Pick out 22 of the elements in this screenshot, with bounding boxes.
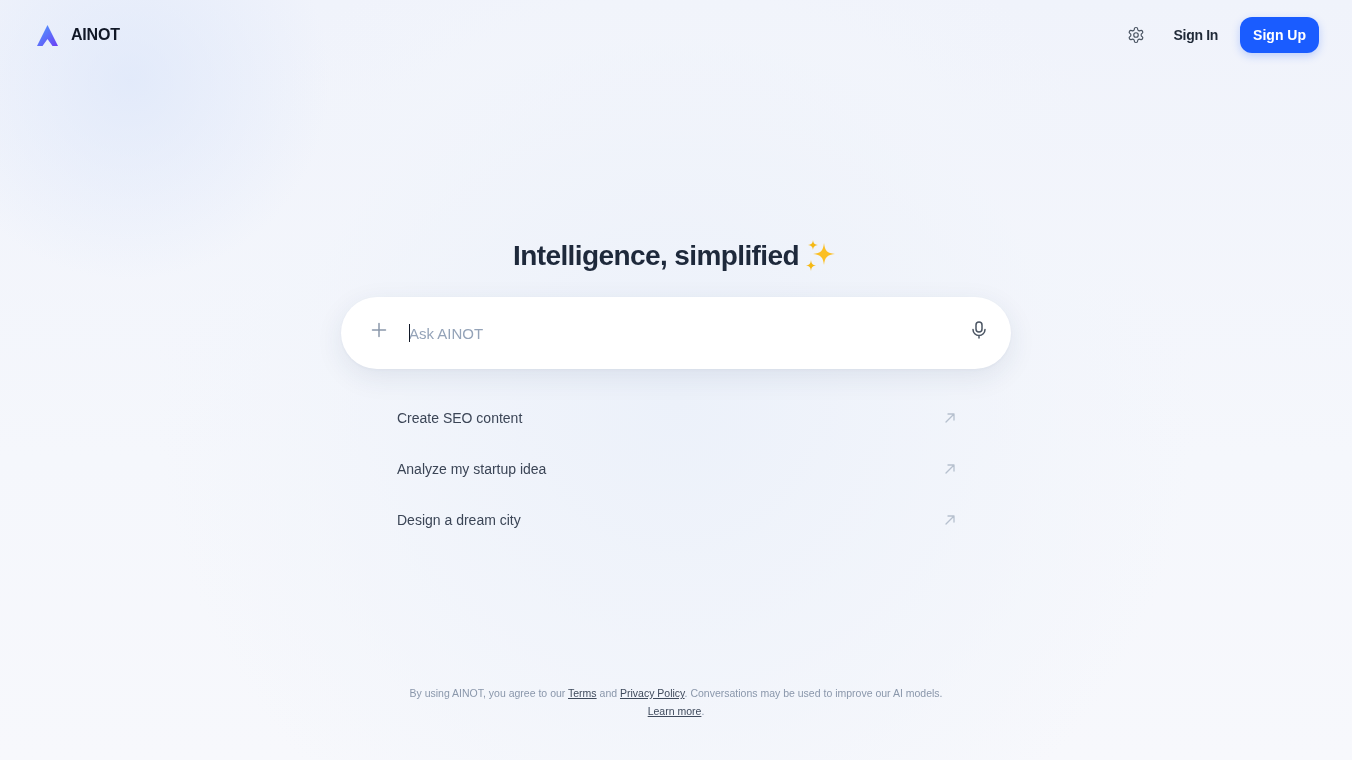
suggestion-item[interactable]: Create SEO content (396, 394, 956, 442)
brand-name: AINOT (71, 26, 120, 44)
logo-icon (37, 24, 58, 46)
plus-icon (371, 322, 387, 338)
suggestion-item[interactable]: Design a dream city (396, 496, 956, 544)
sign-up-button[interactable]: Sign Up (1240, 17, 1319, 53)
arrow-up-right-icon (945, 515, 955, 525)
settings-button[interactable] (1126, 26, 1145, 44)
microphone-icon (971, 321, 987, 339)
search-field[interactable]: Ask AINOT (341, 297, 1011, 369)
footer-link[interactable]: Privacy Policy (620, 687, 685, 699)
suggestion-item[interactable]: Analyze my startup idea (396, 445, 956, 493)
arrow-up-right-icon (945, 464, 955, 474)
footer-link[interactable]: Terms (568, 687, 597, 699)
microphone-button[interactable] (971, 321, 987, 339)
arrow-up-right-icon (945, 413, 955, 423)
search-input[interactable]: Ask AINOT (409, 322, 959, 344)
settings-icon (1126, 26, 1145, 44)
sign-in-button[interactable]: Sign In (1173, 23, 1219, 47)
hero-title: Intelligence, simplified (513, 240, 799, 272)
footer-note: By using AINOT, you agree to our Terms and Privacy Policy. Conversations may be used to improve our AI models. (409, 686, 943, 701)
footer-note: Learn more. (647, 704, 705, 719)
